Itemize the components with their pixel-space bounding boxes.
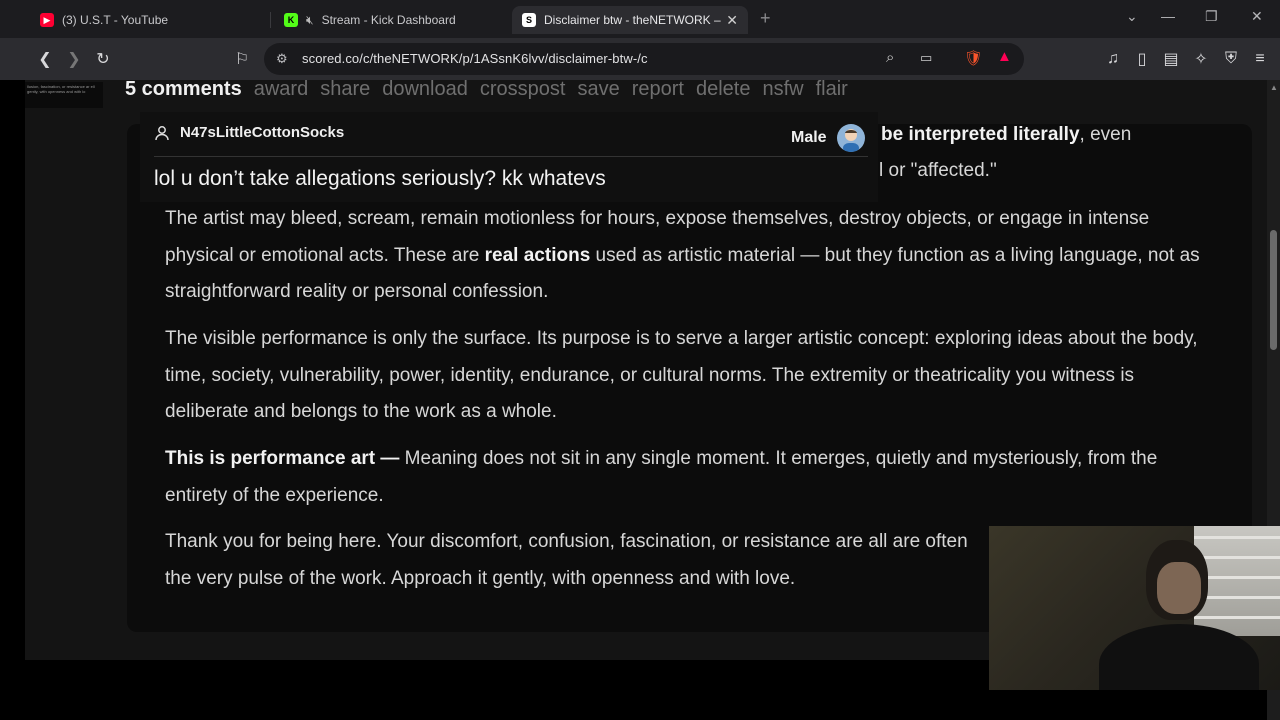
bold-text: This is performance art — xyxy=(165,448,400,469)
avatar xyxy=(836,124,865,152)
scroll-up-icon[interactable]: ▲ xyxy=(1270,83,1278,92)
crosspost-link[interactable]: crosspost xyxy=(480,78,566,104)
menu-icon[interactable]: ≡ xyxy=(1249,48,1271,70)
cast-icon[interactable]: ▭ xyxy=(920,50,932,66)
leo-icon[interactable]: ✧ xyxy=(1190,48,1212,70)
bookmark-icon[interactable]: ⚐ xyxy=(231,48,253,70)
comment-text: lol u don’t take allegations seriously? … xyxy=(154,167,606,190)
user-gender: Male xyxy=(791,124,865,152)
tab-disclaimer[interactable]: S Disclaimer btw - theNETWORK – ✕ xyxy=(512,6,748,34)
nsfw-link[interactable]: nsfw xyxy=(762,78,803,104)
delete-link[interactable]: delete xyxy=(696,78,751,104)
divider xyxy=(154,156,868,157)
reload-icon[interactable]: ↻ xyxy=(92,48,114,70)
kick-icon: K xyxy=(284,13,298,27)
url-text: scored.co/c/theNETWORK/p/1ASsnK6lvv/disc… xyxy=(302,51,648,66)
post-paragraph-4: Thank you for being here. Your discomfor… xyxy=(165,531,968,589)
bold-text: real actions xyxy=(484,244,591,266)
wallet-icon[interactable]: ▤ xyxy=(1160,48,1182,70)
save-link[interactable]: save xyxy=(577,78,619,104)
report-link[interactable]: report xyxy=(632,78,684,104)
forward-icon[interactable]: ❯ xyxy=(63,48,85,70)
comments-count-link[interactable]: 5 comments xyxy=(125,78,242,104)
brave-rewards-icon[interactable]: ▲ xyxy=(997,48,1012,65)
tab-title: Disclaimer btw - theNETWORK – xyxy=(544,13,721,27)
tab-youtube[interactable]: ▶ (3) U.S.T - YouTube xyxy=(30,6,270,34)
vpn-icon[interactable]: ⛨ xyxy=(1220,48,1242,70)
tab-title: Stream - Kick Dashboard xyxy=(321,13,456,27)
zoom-search-icon[interactable]: ⌕ xyxy=(886,49,894,66)
scrollbar-thumb[interactable] xyxy=(1270,230,1277,350)
tab-search-icon[interactable]: ⌄ xyxy=(1126,8,1138,25)
comment-user[interactable]: N47sLittleCottonSocks xyxy=(154,124,344,141)
close-tab-icon[interactable]: ✕ xyxy=(726,12,738,29)
restore-button[interactable]: ❐ xyxy=(1205,8,1218,25)
post-thumbnail[interactable]: llusion, fascination, or resistance ar e… xyxy=(25,82,103,108)
minimize-button[interactable]: — xyxy=(1161,8,1175,24)
post-text-partial: be interpreted literally, even xyxy=(881,124,1131,146)
post-text-partial: l or "affected." xyxy=(879,160,997,181)
thumbnail-text: llusion, fascination, or resistance ar e… xyxy=(27,84,95,94)
new-tab-button[interactable]: + xyxy=(760,8,771,29)
post-paragraph-2: The visible performance is only the surf… xyxy=(165,328,1198,422)
comment-overlay: N47sLittleCottonSocks Male lol u don’t t… xyxy=(140,112,878,202)
youtube-icon: ▶ xyxy=(40,13,54,27)
mute-icon[interactable]: 🔇︎ xyxy=(306,13,314,28)
address-bar[interactable]: ⚙ scored.co/c/theNETWORK/p/1ASsnK6lvv/di… xyxy=(264,43,1024,75)
gender-label: Male xyxy=(791,129,827,146)
user-icon xyxy=(155,125,169,140)
award-link[interactable]: award xyxy=(254,78,308,104)
browser-toolbar: ❮ ❯ ↻ ⚐ ⚙ scored.co/c/theNETWORK/p/1ASsn… xyxy=(0,38,1280,80)
tab-divider xyxy=(270,12,271,28)
share-link[interactable]: share xyxy=(320,78,370,104)
webcam-feed xyxy=(989,526,1280,690)
close-window-button[interactable]: ✕ xyxy=(1251,8,1263,25)
back-icon[interactable]: ❮ xyxy=(34,48,56,70)
post-paragraph-1: The artist may bleed, scream, remain mot… xyxy=(165,201,1205,311)
tab-strip: ▶ (3) U.S.T - YouTube K 🔇︎ Stream - Kick… xyxy=(0,0,1280,38)
post-paragraph-3: This is performance art — Meaning does n… xyxy=(165,441,1205,514)
text: , even xyxy=(1079,124,1132,145)
brave-shields-icon[interactable]: 🛡︎ xyxy=(964,49,983,67)
sidebar-icon[interactable]: ▯ xyxy=(1131,48,1153,70)
scored-icon: S xyxy=(522,13,536,27)
tab-title: (3) U.S.T - YouTube xyxy=(62,13,169,27)
post-actions: 5 comments award share download crosspos… xyxy=(125,78,848,104)
tab-kick[interactable]: K 🔇︎ Stream - Kick Dashboard xyxy=(274,6,508,34)
flair-link[interactable]: flair xyxy=(816,78,848,104)
username: N47sLittleCottonSocks xyxy=(180,124,345,141)
streamer-face xyxy=(1157,562,1201,614)
download-link[interactable]: download xyxy=(382,78,468,104)
page-margin xyxy=(0,80,25,660)
site-settings-icon[interactable]: ⚙ xyxy=(276,51,288,67)
media-icon[interactable]: ♫ xyxy=(1102,48,1124,70)
bold-text: be interpreted literally xyxy=(881,124,1080,145)
